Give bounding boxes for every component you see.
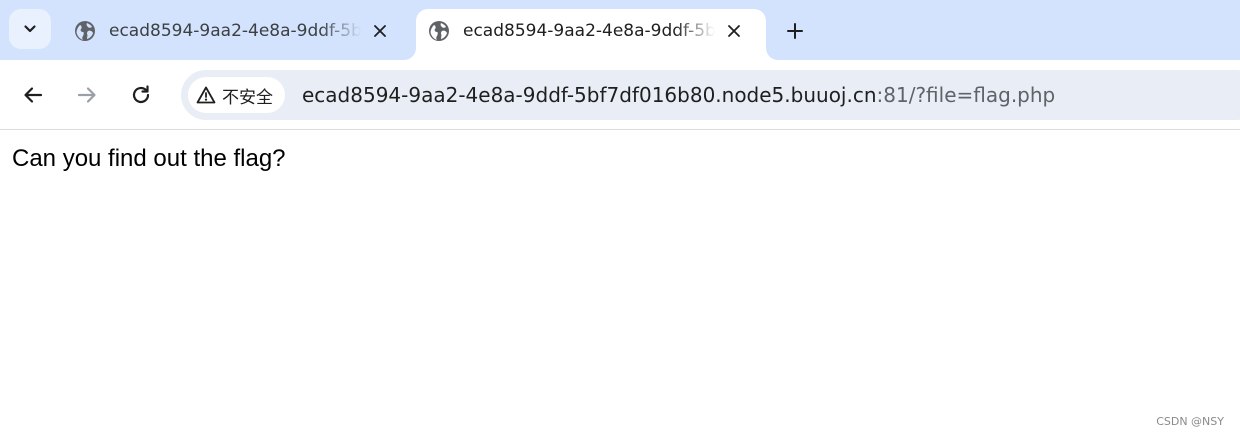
tab-title: ecad8594-9aa2-4e8a-9ddf-5bf7df016b80.nod…	[109, 21, 361, 41]
watermark: CSDN @⁠⁠N⁠⁠SY	[1156, 415, 1224, 428]
page-text: Can you find out the flag?	[12, 145, 286, 172]
chevron-down-icon	[24, 25, 36, 33]
security-indicator[interactable]: 不安全	[188, 77, 285, 113]
tab-inactive[interactable]: ecad8594-9aa2-4e8a-9ddf-5bf7df016b80.nod…	[62, 9, 412, 60]
globe-icon	[75, 21, 95, 41]
arrow-left-icon	[24, 87, 43, 103]
tab-close-button[interactable]	[370, 21, 390, 41]
close-icon	[728, 25, 740, 37]
tab-close-button[interactable]	[724, 21, 744, 41]
reload-icon	[132, 85, 150, 104]
plus-icon	[787, 23, 803, 39]
url-host: ecad8594-9aa2-4e8a-9ddf-5bf7df016b80.nod…	[302, 83, 877, 107]
toolbar-divider	[0, 129, 1240, 130]
tab-title: ecad8594-9aa2-4e8a-9ddf-5bf7df016b80.nod…	[463, 21, 715, 41]
warning-triangle-icon	[196, 86, 216, 104]
security-label: 不安全	[222, 87, 273, 108]
globe-icon	[429, 21, 449, 41]
close-icon	[374, 25, 386, 37]
forward-button[interactable]	[74, 82, 100, 108]
browser-toolbar: 不安全 ecad8594-9aa2-4e8a-9ddf-5bf7df016b80…	[0, 60, 1240, 130]
arrow-right-icon	[77, 87, 96, 103]
tab-strip: ecad8594-9aa2-4e8a-9ddf-5bf7df016b80.nod…	[0, 0, 1240, 60]
address-bar[interactable]: 不安全 ecad8594-9aa2-4e8a-9ddf-5bf7df016b80…	[181, 70, 1240, 120]
back-button[interactable]	[20, 82, 46, 108]
reload-button[interactable]	[128, 82, 154, 108]
new-tab-button[interactable]	[783, 19, 807, 43]
tab-search-button[interactable]	[9, 9, 51, 49]
url-text[interactable]: ecad8594-9aa2-4e8a-9ddf-5bf7df016b80.nod…	[302, 82, 1055, 108]
tab-active[interactable]: ecad8594-9aa2-4e8a-9ddf-5bf7df016b80.nod…	[416, 9, 766, 60]
url-path: :81/?file=flag.php	[876, 83, 1056, 107]
